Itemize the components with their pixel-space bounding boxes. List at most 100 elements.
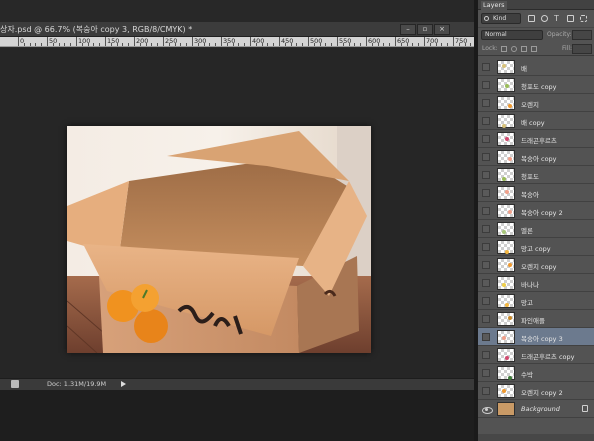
zoom-field[interactable] [11,380,19,388]
layer-row[interactable]: 바나나 [478,274,594,292]
layer-row[interactable]: 드래곤후르츠 copy [478,346,594,364]
layer-thumbnail[interactable] [497,114,515,128]
layer-thumbnail[interactable] [497,168,515,182]
layer-name[interactable]: 오렌지 copy [521,261,557,271]
smart-object-filter-icon[interactable] [580,15,587,22]
layers-tab[interactable]: Layers [481,1,507,10]
layer-name[interactable]: Background [521,405,560,413]
layer-name[interactable]: 청포도 [521,171,539,181]
layer-thumbnail[interactable] [497,222,515,236]
lock-position-icon[interactable] [521,46,527,52]
layer-row[interactable]: 청포도 copy [478,76,594,94]
layer-thumbnail[interactable] [497,312,515,326]
layer-thumbnail[interactable] [497,294,515,308]
filter-kind-select[interactable]: Kind [481,13,521,24]
layer-row[interactable]: 청포도 [478,166,594,184]
visibility-toggle[interactable] [482,243,490,251]
opacity-input[interactable] [572,30,592,40]
visibility-toggle[interactable] [482,171,490,179]
status-menu-arrow-icon[interactable] [121,381,126,387]
layer-thumbnail[interactable] [497,348,515,362]
visibility-toggle[interactable] [482,153,490,161]
layer-row[interactable]: 망고 [478,292,594,310]
canvas-area[interactable] [0,48,474,378]
minimize-icon[interactable]: – [400,24,416,35]
layer-thumbnail[interactable] [497,366,515,380]
visibility-toggle[interactable] [482,189,490,197]
layer-row[interactable]: 오렌지 copy 2 [478,382,594,400]
layer-row[interactable]: 복숭아 copy 3 [478,328,594,346]
layer-thumbnail[interactable] [497,384,515,398]
lock-transparent-icon[interactable] [501,46,507,52]
visibility-toggle[interactable] [482,63,490,71]
fill-input[interactable] [572,44,592,54]
visibility-toggle[interactable] [482,135,490,143]
layer-name[interactable]: 파인애플 [521,315,545,325]
layer-row[interactable]: 망고 copy [478,238,594,256]
layer-row[interactable]: 드래곤후르츠 [478,130,594,148]
layer-thumbnail[interactable] [497,330,515,344]
layer-row[interactable]: Background [478,400,594,418]
visibility-toggle[interactable] [482,333,490,341]
close-icon[interactable]: × [434,24,450,35]
layer-row[interactable]: 파인애플 [478,310,594,328]
visibility-toggle[interactable] [482,81,490,89]
layer-row[interactable]: 멜론 [478,220,594,238]
image-filter-icon[interactable] [528,15,535,22]
visibility-toggle[interactable] [482,207,490,215]
visibility-toggle[interactable] [482,351,490,359]
layer-row[interactable]: 복숭아 [478,184,594,202]
visibility-toggle[interactable] [482,369,490,377]
visibility-toggle[interactable] [482,225,490,233]
type-filter-icon[interactable]: T [554,15,561,23]
lock-pixels-icon[interactable] [511,46,517,52]
layer-thumbnail[interactable] [497,96,515,110]
layer-row[interactable]: 복숭아 copy 2 [478,202,594,220]
blend-mode-select[interactable]: Normal [481,30,543,40]
lock-all-icon[interactable] [531,46,537,52]
layer-name[interactable]: 복숭아 copy 3 [521,333,563,343]
eye-icon[interactable] [482,405,493,414]
layer-name[interactable]: 멜론 [521,225,533,235]
layer-name[interactable]: 배 copy [521,117,545,127]
layer-row[interactable]: 오렌지 copy [478,256,594,274]
layer-name[interactable]: 복숭아 copy 2 [521,207,563,217]
layer-name[interactable]: 망고 copy [521,243,551,253]
layer-thumbnail[interactable] [497,60,515,74]
layer-name[interactable]: 복숭아 copy [521,153,557,163]
visibility-toggle[interactable] [482,279,490,287]
adjustment-filter-icon[interactable] [541,15,548,22]
visibility-toggle[interactable] [482,99,490,107]
layer-thumbnail[interactable] [497,186,515,200]
layer-name[interactable]: 오렌지 copy 2 [521,387,563,397]
visibility-toggle[interactable] [482,117,490,125]
layer-name[interactable]: 바나나 [521,279,539,289]
layer-row[interactable]: 배 copy [478,112,594,130]
layer-name[interactable]: 배 [521,63,527,73]
layer-thumbnail[interactable] [497,204,515,218]
layer-row[interactable]: 수박 [478,364,594,382]
document-title[interactable]: 상자.psd @ 66.7% (복숭아 copy 3, RGB/8/CMYK) … [0,24,192,35]
layer-name[interactable]: 드래곤후르츠 [521,135,557,145]
box-illustration[interactable] [67,126,371,353]
layer-thumbnail[interactable] [497,276,515,290]
layer-name[interactable]: 수박 [521,369,533,379]
document-tab[interactable]: 상자.psd @ 66.7% (복숭아 copy 3, RGB/8/CMYK) … [0,22,474,37]
layer-name[interactable]: 청포도 copy [521,81,557,91]
horizontal-ruler[interactable]: 0 50 100 150 200 250 300 350 400 450 500 550 600 650 7… [0,37,474,47]
layer-thumbnail[interactable] [497,132,515,146]
visibility-toggle[interactable] [482,315,490,323]
layer-thumbnail[interactable] [497,240,515,254]
layer-name[interactable]: 망고 [521,297,533,307]
layer-name[interactable]: 오렌지 [521,99,539,109]
layer-row[interactable]: 복숭아 copy [478,148,594,166]
visibility-toggle[interactable] [482,387,490,395]
layer-thumbnail[interactable] [497,402,515,416]
layer-thumbnail[interactable] [497,258,515,272]
shape-filter-icon[interactable] [567,15,574,22]
layer-row[interactable]: 배 [478,58,594,76]
restore-icon[interactable]: ▫ [417,24,433,35]
layer-name[interactable]: 복숭아 [521,189,539,199]
layer-thumbnail[interactable] [497,150,515,164]
visibility-toggle[interactable] [482,261,490,269]
